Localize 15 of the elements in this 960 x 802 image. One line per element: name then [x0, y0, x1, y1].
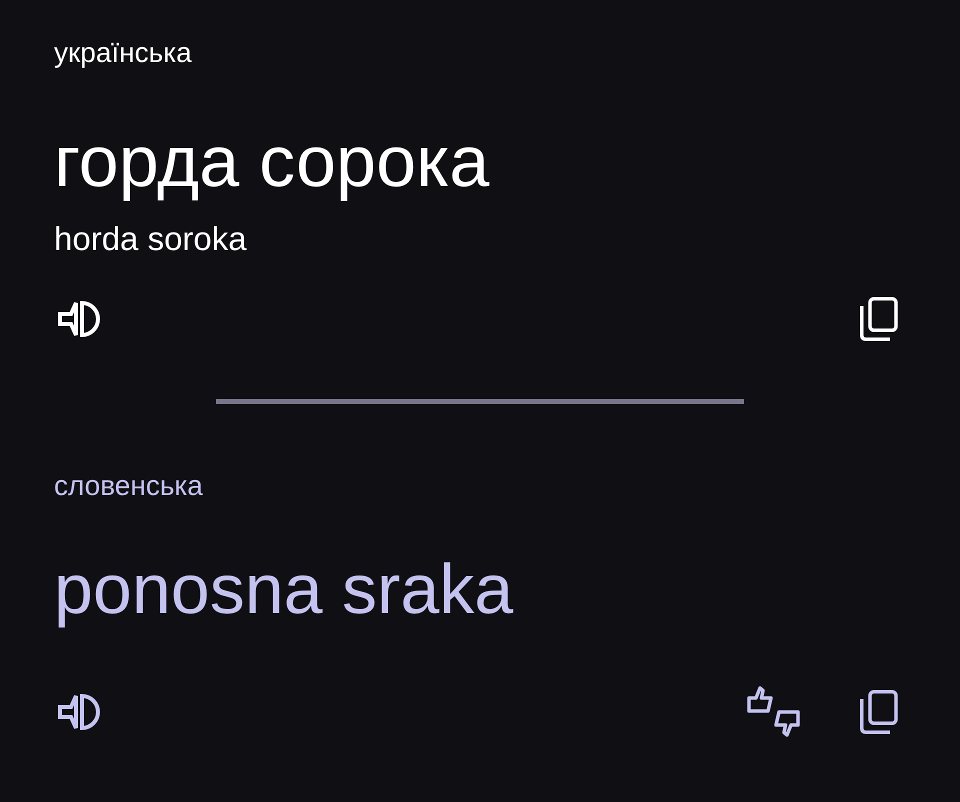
speaker-icon — [58, 692, 100, 731]
copy-button[interactable] — [860, 296, 898, 341]
transliteration-text: horda soroka — [54, 218, 247, 259]
translation-text: ponosna sraka — [54, 549, 514, 630]
source-language-label: українська — [54, 36, 192, 70]
listen-button[interactable] — [58, 692, 100, 731]
copy-icon — [860, 690, 898, 734]
copy-icon — [860, 296, 898, 341]
speaker-icon — [58, 300, 100, 338]
copy-button[interactable] — [860, 690, 898, 734]
thumbs-up-down-icon — [747, 686, 800, 738]
listen-button[interactable] — [58, 300, 100, 338]
source-text: горда сорока — [54, 120, 490, 204]
rate-translation-button[interactable] — [747, 686, 800, 738]
target-language-label: словенська — [54, 468, 203, 502]
